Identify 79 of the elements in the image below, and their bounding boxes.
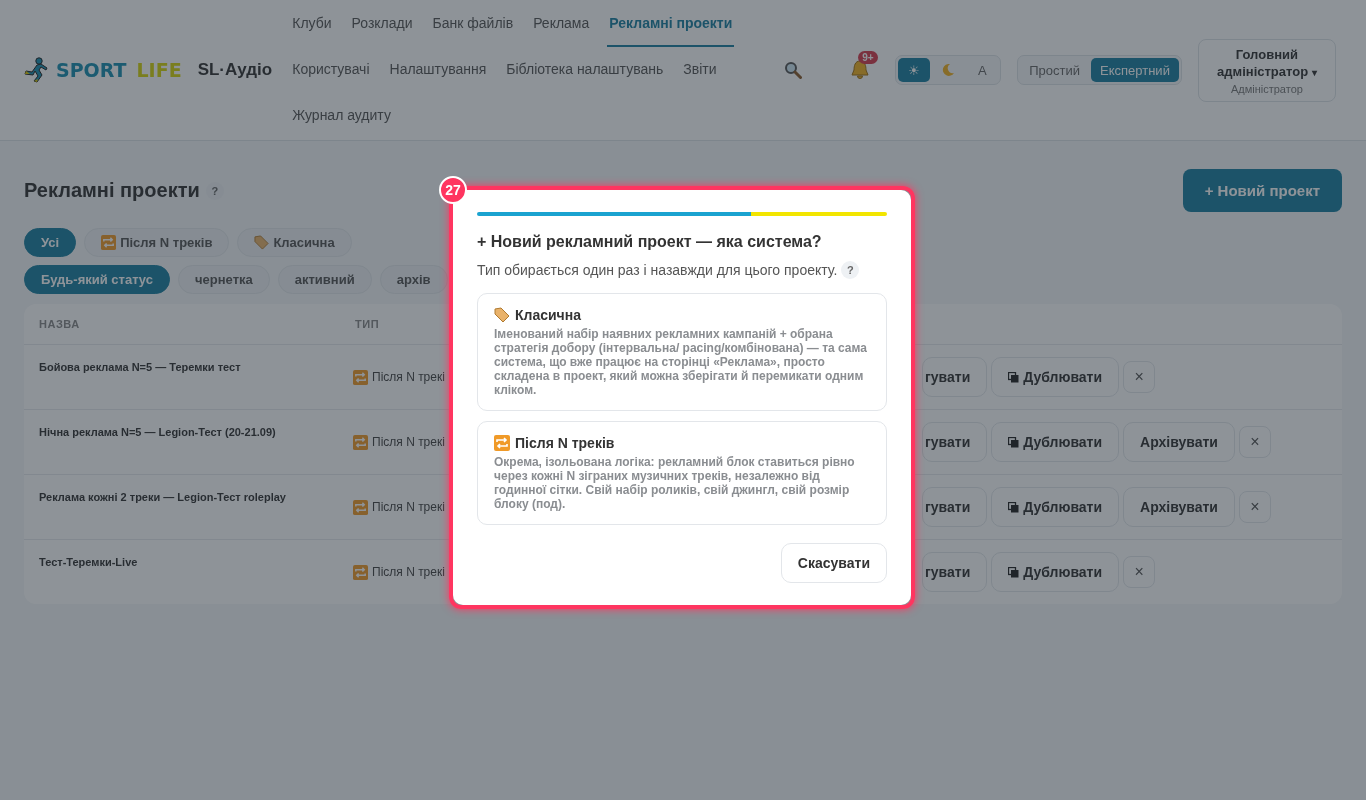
action-button[interactable]: гувати [922, 487, 988, 527]
filter-chip[interactable]: Класична [237, 228, 352, 257]
copy-icon [1008, 566, 1020, 578]
project-name: Нічна реклама N=5 — Legion-Тест (20-21.09) [39, 426, 276, 438]
modal-title: + Новий рекламний проект — яка система? [477, 233, 823, 251]
action-button[interactable]: Архівувати [1123, 487, 1235, 527]
filter-chip[interactable]: архів [379, 265, 448, 294]
new-project-button[interactable]: + Новий проект [1182, 169, 1342, 212]
delete-button[interactable]: × [1238, 426, 1271, 458]
repeat-icon [353, 369, 368, 385]
duplicate-button[interactable]: Дублювати [991, 357, 1120, 397]
type-label: Після N трекі [372, 565, 445, 579]
nav-link[interactable]: Рекламні проекти [607, 1, 735, 47]
project-name: Реклама кожні 2 треки — Legion-Тест roleplay [39, 491, 286, 503]
search-icon[interactable] [784, 61, 803, 79]
option-card[interactable]: Після N треків Окрема, ізольована логіка: рекламний блок ставиться рівно через кожні N зіграних музичних треків, незалежно від годинної сітки. Свій набір роликів, свій джингл, свій розмір блоку (под). [477, 421, 887, 525]
filter-chip[interactable]: активний [277, 265, 372, 294]
filter-chip[interactable]: Усі [24, 228, 77, 257]
repeat-icon [494, 435, 510, 451]
logo-text: LIFE [136, 59, 182, 81]
option-description: Окрема, ізольована логіка: рекламний блок ставиться рівно через кожні N зіграних музичних треків, незалежно від годинної сітки. Свій набір роликів, свій джингл, свій розмір блоку (под). [494, 455, 856, 511]
column-header: НАЗВА [38, 318, 81, 330]
repeat-icon [101, 235, 117, 250]
nav-link[interactable]: Користувачі [290, 47, 372, 93]
project-name: Бойова реклама N=5 — Теремки тест [39, 361, 241, 373]
action-button[interactable]: Архівувати [1123, 422, 1235, 462]
mode-button[interactable]: Простий [1020, 58, 1089, 82]
repeat-icon [353, 564, 368, 580]
cancel-button[interactable]: Скасувати [780, 543, 887, 583]
nav-link[interactable]: Клуби [290, 1, 334, 47]
action-button[interactable]: гувати [922, 552, 988, 592]
column-header: ТИП [354, 318, 381, 330]
repeat-icon [353, 434, 368, 450]
filter-chip[interactable]: чернетка [178, 265, 270, 294]
user-menu[interactable]: Головний адміністратор ▾ Адміністратор [1197, 38, 1336, 102]
repeat-icon [353, 499, 368, 515]
action-button[interactable]: гувати [922, 357, 988, 397]
help-badge[interactable]: ? [841, 261, 860, 279]
filter-chip[interactable]: Після N треків [84, 228, 230, 257]
theme-button[interactable]: ☀ [898, 58, 931, 82]
delete-button[interactable]: × [1238, 491, 1271, 523]
nav-link[interactable]: Журнал аудиту [290, 93, 393, 139]
moon-icon [941, 63, 956, 77]
nav-link[interactable]: Розклади [349, 1, 415, 47]
theme-button[interactable]: A [966, 58, 999, 82]
tag-icon [254, 235, 270, 250]
nav-link[interactable]: Банк файлів [430, 1, 516, 47]
delete-button[interactable]: × [1123, 361, 1156, 393]
nav-link[interactable]: Бібліотека налаштувань [504, 47, 666, 93]
project-name: Тест-Теремки-Live [39, 556, 138, 568]
nav-link[interactable]: Реклама [531, 1, 592, 47]
nav-link[interactable]: Звіти [681, 47, 719, 93]
logo-text: SPORT [56, 59, 127, 81]
option-card[interactable] [477, 293, 887, 411]
step-badge: 27 [439, 176, 467, 204]
type-label: Після N трекі [372, 370, 445, 384]
page-title: Рекламні проекти [24, 179, 200, 202]
type-label: Після N трекі [372, 435, 445, 449]
option-description: Іменований набір наявних рекламних кампаній + обрана стратегія добору (інтервальна/ pacing/комбінована) — та сама система, що вже працює на сторінці «Реклама», просто складена в проект, який можна зберігати й перемикати одним кліком. [494, 327, 868, 397]
tag-icon [494, 307, 510, 323]
duplicate-button[interactable]: Дублювати [991, 422, 1120, 462]
copy-icon [1008, 436, 1020, 448]
app-name: SL·Аудіо [197, 60, 273, 80]
runner-icon [22, 57, 50, 83]
copy-icon [1008, 371, 1020, 383]
delete-button[interactable]: × [1123, 556, 1156, 588]
nav-link[interactable]: Налаштування [387, 47, 489, 93]
type-label: Після N трекі [372, 500, 445, 514]
option-title: Класична [515, 307, 581, 323]
copy-icon [1008, 501, 1020, 513]
option-title: Після N треків [515, 435, 615, 451]
bell-icon[interactable] [849, 59, 872, 81]
mode-button[interactable]: Експертний [1091, 58, 1179, 82]
modal-subtitle: Тип обирається один раз і назавжди для цього проекту. [477, 262, 838, 278]
duplicate-button[interactable]: Дублювати [991, 552, 1120, 592]
filter-chip[interactable]: Будь-який статус [24, 265, 170, 294]
notification-badge: 9+ [858, 51, 878, 64]
action-button[interactable]: гувати [922, 422, 988, 462]
duplicate-button[interactable]: Дублювати [991, 487, 1120, 527]
